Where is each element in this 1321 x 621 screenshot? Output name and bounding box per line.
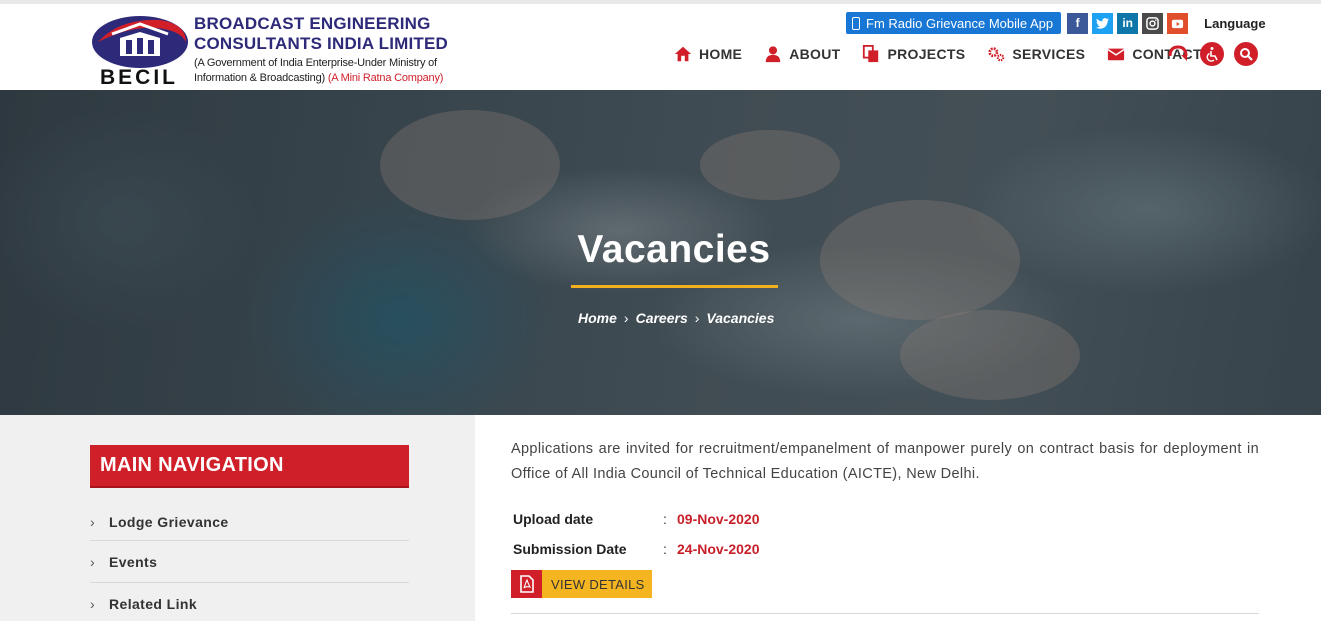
site-header: BECIL BROADCAST ENGINEERING CONSULTANTS … bbox=[0, 0, 1321, 90]
user-icon bbox=[766, 46, 781, 63]
mini-ratna-tag: (A Mini Ratna Company) bbox=[327, 72, 444, 84]
chevron-right-icon: › bbox=[90, 513, 96, 530]
page-title: Vacancies bbox=[577, 228, 771, 271]
audio-icon[interactable] bbox=[1166, 42, 1190, 66]
company-subtitle: (A Government of India Enterprise-Under … bbox=[194, 57, 444, 84]
hero-banner: Vacancies Home › Careers › Vacancies bbox=[0, 90, 1321, 415]
vacancy-dates: Upload date : 09-Nov-2020 Submission Dat… bbox=[513, 504, 760, 564]
accessibility-icon[interactable] bbox=[1200, 42, 1224, 66]
title-underline bbox=[571, 285, 778, 288]
breadcrumb-current: Vacancies bbox=[706, 310, 775, 326]
chevron-right-icon: › bbox=[90, 553, 96, 570]
sidebar-item-events[interactable]: › Events bbox=[90, 541, 409, 583]
nav-projects[interactable]: PROJECTS bbox=[862, 45, 965, 63]
instagram-icon[interactable] bbox=[1142, 12, 1164, 34]
twitter-icon[interactable] bbox=[1092, 12, 1114, 34]
sidebar: MAIN NAVIGATION › Lodge Grievance › Even… bbox=[0, 415, 475, 621]
sidebar-heading: MAIN NAVIGATION bbox=[90, 445, 409, 488]
sidebar-menu: › Lodge Grievance › Events › Related Lin… bbox=[90, 503, 409, 621]
submission-date-row: Submission Date : 24-Nov-2020 bbox=[513, 541, 760, 557]
youtube-icon[interactable] bbox=[1167, 12, 1189, 34]
submission-date-label: Submission Date bbox=[513, 541, 627, 557]
gears-icon bbox=[988, 47, 1005, 62]
chevron-right-icon: › bbox=[694, 310, 700, 326]
nav-about[interactable]: ABOUT bbox=[764, 45, 840, 63]
chevron-right-icon: › bbox=[90, 595, 96, 612]
linkedin-icon[interactable]: in bbox=[1117, 12, 1139, 34]
breadcrumb-home[interactable]: Home bbox=[578, 310, 617, 326]
vacancy-listing: Applications are invited for recruitment… bbox=[511, 437, 1259, 614]
documents-icon bbox=[863, 45, 879, 63]
vacancy-description: Applications are invited for recruitment… bbox=[511, 441, 1259, 482]
facebook-icon[interactable]: f bbox=[1067, 12, 1089, 34]
view-details-button[interactable]: VIEW DETAILS bbox=[511, 570, 652, 598]
pdf-icon bbox=[511, 570, 542, 598]
main-menu: HOME ABOUT PROJECTS SERVICES CONTACT bbox=[674, 42, 1224, 66]
breadcrumb-careers[interactable]: Careers bbox=[636, 310, 688, 326]
becil-logo[interactable]: BECIL BROADCAST ENGINEERING CONSULTANTS … bbox=[90, 10, 450, 90]
envelope-icon bbox=[1107, 48, 1125, 61]
upload-date-row: Upload date : 09-Nov-2020 bbox=[513, 511, 760, 527]
nav-services[interactable]: SERVICES bbox=[987, 45, 1085, 63]
upload-date-value: 09-Nov-2020 bbox=[677, 511, 760, 527]
logo-short-name: BECIL bbox=[100, 66, 178, 89]
utility-icons bbox=[1166, 42, 1258, 66]
company-name: BROADCAST ENGINEERING CONSULTANTS INDIA … bbox=[194, 14, 448, 53]
nav-home[interactable]: HOME bbox=[674, 45, 742, 63]
home-icon bbox=[674, 46, 692, 62]
listing-divider bbox=[511, 613, 1259, 614]
upload-date-label: Upload date bbox=[513, 511, 594, 527]
submission-date-value: 24-Nov-2020 bbox=[677, 541, 760, 557]
top-utility-bar: Fm Radio Grievance Mobile App f in Langu… bbox=[846, 12, 1266, 34]
sidebar-item-related-link[interactable]: › Related Link bbox=[90, 583, 409, 621]
page: BECIL BROADCAST ENGINEERING CONSULTANTS … bbox=[0, 0, 1321, 621]
breadcrumb: Home › Careers › Vacancies bbox=[578, 310, 774, 326]
language-selector[interactable]: Language bbox=[1204, 16, 1265, 31]
search-icon[interactable] bbox=[1234, 42, 1258, 66]
chevron-right-icon: › bbox=[623, 310, 629, 326]
sidebar-item-lodge-grievance[interactable]: › Lodge Grievance bbox=[90, 503, 409, 541]
mobile-phone-icon bbox=[852, 16, 860, 30]
fm-radio-app-button[interactable]: Fm Radio Grievance Mobile App bbox=[846, 12, 1062, 34]
